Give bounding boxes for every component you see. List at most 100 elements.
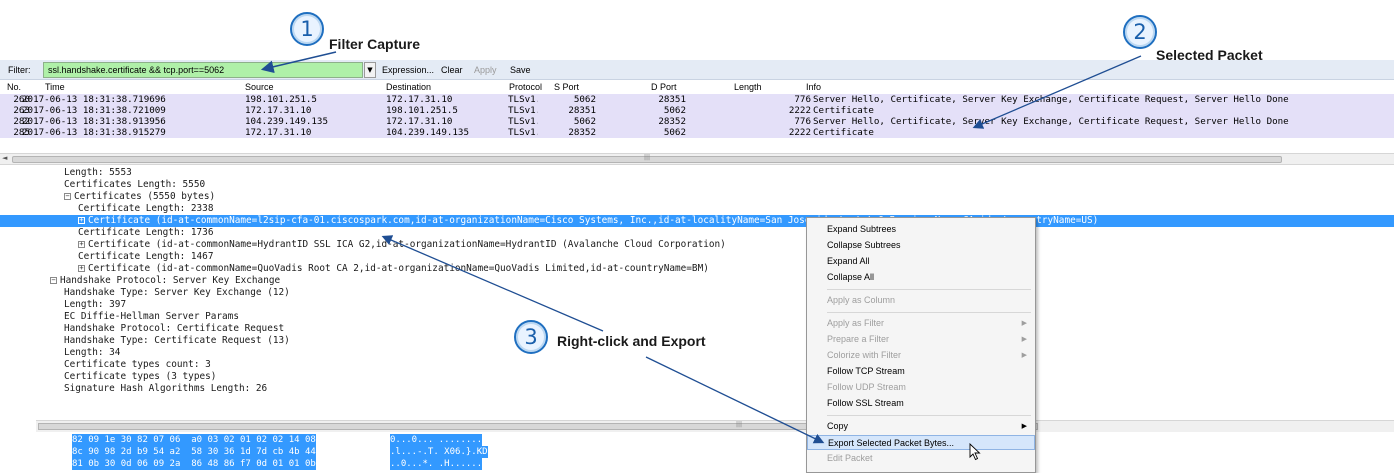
packet-row[interactable]: 263 2017-06-13 18:31:38.721009 172.17.31.1… <box>0 105 1394 116</box>
grip-icon: ||| <box>644 154 651 161</box>
menu-separator <box>827 415 1031 416</box>
column-time[interactable]: Time <box>45 82 65 92</box>
tree-item-label: Signature Hash Algorithms Length: 26 <box>64 383 268 394</box>
menu-item-expand-subtrees[interactable]: Expand Subtrees <box>807 222 1035 237</box>
tree-item[interactable]: Certificate Length: 2338 <box>0 203 1394 215</box>
tree-item-label: Certificate (id-at-commonName=QuoVadis R… <box>88 263 709 274</box>
menu-item-apply-as-column[interactable]: Apply as Column <box>807 293 1035 308</box>
tree-item-label: Handshake Protocol: Server Key Exchange <box>60 275 281 286</box>
submenu-arrow-icon: ▶ <box>1021 336 1027 343</box>
tree-item-label: Certificate (id-at-commonName=HydrantID … <box>88 239 726 250</box>
column-protocol[interactable]: Protocol <box>509 82 542 92</box>
menu-item-colorize-with-filter[interactable]: Colorize with Filter ▶ <box>807 348 1035 363</box>
tree-item[interactable]: − Certificates (5550 bytes) <box>0 191 1394 203</box>
packet-cell-source: 172.17.31.10 <box>245 127 312 138</box>
collapse-icon[interactable]: − <box>64 193 71 200</box>
menu-separator <box>827 312 1031 313</box>
tree-item[interactable]: Length: 397 <box>0 299 1394 311</box>
tree-item[interactable]: Handshake Type: Certificate Request (13) <box>0 335 1394 347</box>
packet-row[interactable]: 260 2017-06-13 18:31:38.719696 198.101.251… <box>0 94 1394 105</box>
column-sport[interactable]: S Port <box>554 82 579 92</box>
menu-item-follow-udp-stream[interactable]: Follow UDP Stream <box>807 380 1035 395</box>
apply-button[interactable]: Apply <box>474 65 497 75</box>
submenu-arrow-icon: ▶ <box>1021 352 1027 359</box>
expand-icon[interactable]: + <box>78 217 85 224</box>
tree-item[interactable]: Certificates Length: 5550 <box>0 179 1394 191</box>
tree-item-label: Certificate Length: 1736 <box>78 227 214 238</box>
tree-item-label: Certificates (5550 bytes) <box>74 191 216 202</box>
hex-bytes[interactable]: 81 0b 30 0d 06 09 2a 86 48 86 f7 0d 01 0… <box>72 458 316 470</box>
packet-cell-destination: 172.17.31.10 <box>386 94 453 105</box>
tree-item[interactable]: Certificate types (3 types) <box>0 371 1394 383</box>
packet-list-scrollbar[interactable]: ◄ ||| <box>0 153 1394 165</box>
tree-item-selected[interactable]: + Certificate (id-at-commonName=l2sip-cfa… <box>0 215 1394 227</box>
packet-cell-protocol: TLSv1.2 <box>508 94 538 105</box>
tree-item[interactable]: Length: 34 <box>0 347 1394 359</box>
chevron-down-icon: ▼ <box>367 66 373 74</box>
packet-cell-dport: 28351 <box>658 94 686 105</box>
packet-details-tree: Length: 5553 Certificates Length: 5550− Ce… <box>0 166 1394 422</box>
ascii-bytes[interactable]: 0...0... ........ <box>390 434 483 446</box>
expand-icon[interactable]: + <box>78 241 85 248</box>
menu-item-prepare-a-filter[interactable]: Prepare a Filter ▶ <box>807 332 1035 347</box>
tree-item[interactable]: + Certificate (id-at-commonName=HydrantID… <box>0 239 1394 251</box>
context-menu: Expand Subtrees Collapse Subtrees Expand A… <box>806 217 1036 473</box>
scroll-left-icon[interactable]: ◄ <box>2 154 7 162</box>
tree-item[interactable]: Handshake Protocol: Certificate Request <box>0 323 1394 335</box>
tree-item[interactable]: Length: 5553 <box>0 167 1394 179</box>
tree-item[interactable]: EC Diffie-Hellman Server Params <box>0 311 1394 323</box>
save-button[interactable]: Save <box>510 65 531 75</box>
collapse-icon[interactable]: − <box>50 277 57 284</box>
hex-bytes[interactable]: 8c 90 98 2d b9 54 a2 58 30 36 1d 7d cb 4… <box>72 446 316 458</box>
column-destination[interactable]: Destination <box>386 82 431 92</box>
ascii-bytes[interactable]: .l...-.T. X06.}.KD <box>390 446 488 458</box>
clear-button[interactable]: Clear <box>441 65 463 75</box>
tree-item-label: Certificate types (3 types) <box>64 371 217 382</box>
tree-item-label: Certificate types count: 3 <box>64 359 211 370</box>
display-filter-input[interactable]: ssl.handshake.certificate && tcp.port==5… <box>43 62 363 78</box>
tree-item-label: Handshake Type: Server Key Exchange (12) <box>64 287 290 298</box>
column-info[interactable]: Info <box>806 82 821 92</box>
filter-dropdown-button[interactable]: ▼ <box>364 62 376 78</box>
packet-row[interactable]: 285 2017-06-13 18:31:38.915279 172.17.31.1… <box>0 127 1394 138</box>
tree-item[interactable]: Certificate types count: 3 <box>0 359 1394 371</box>
menu-item-apply-as-filter[interactable]: Apply as Filter ▶ <box>807 316 1035 331</box>
menu-item-label: Copy <box>827 421 849 431</box>
packet-cell-length: 776 <box>794 116 811 127</box>
menu-item-collapse-all[interactable]: Collapse All <box>807 270 1035 285</box>
packet-cell-info: Server Hello, Certificate, Server Key Ex… <box>813 94 1289 105</box>
menu-item-collapse-subtrees[interactable]: Collapse Subtrees <box>807 238 1035 253</box>
menu-item-export-selected-packet-bytes[interactable]: Export Selected Packet Bytes... <box>807 435 1035 450</box>
expression-button[interactable]: Expression... <box>382 65 434 75</box>
column-no[interactable]: No. <box>7 82 21 92</box>
menu-separator <box>827 289 1031 290</box>
menu-item-copy[interactable]: Copy ▶ <box>807 419 1035 434</box>
menu-item-label: Collapse Subtrees <box>827 240 901 250</box>
packet-cell-time: 2017-06-13 18:31:38.913956 <box>22 116 166 127</box>
menu-item-label: Expand All <box>827 256 870 266</box>
menu-item-label: Export Selected Packet Bytes... <box>828 438 955 448</box>
packet-cell-source: 104.239.149.135 <box>245 116 328 127</box>
tree-item[interactable]: Signature Hash Algorithms Length: 26 <box>0 383 1394 395</box>
expand-icon[interactable]: + <box>78 265 85 272</box>
details-scrollbar[interactable]: ||| <box>36 420 1394 432</box>
menu-item-expand-all[interactable]: Expand All <box>807 254 1035 269</box>
column-source[interactable]: Source <box>245 82 274 92</box>
packet-row[interactable]: 282 2017-06-13 18:31:38.913956 104.239.149… <box>0 116 1394 127</box>
ascii-bytes[interactable]: ..0...*. .H...... <box>390 458 483 470</box>
menu-item-edit-packet[interactable]: Edit Packet <box>807 451 1035 466</box>
menu-item-follow-ssl-stream[interactable]: Follow SSL Stream <box>807 396 1035 411</box>
menu-item-follow-tcp-stream[interactable]: Follow TCP Stream <box>807 364 1035 379</box>
packet-cell-destination: 198.101.251.5 <box>386 105 458 116</box>
tree-item[interactable]: Handshake Type: Server Key Exchange (12) <box>0 287 1394 299</box>
menu-item-label: Collapse All <box>827 272 875 282</box>
column-dport[interactable]: D Port <box>651 82 677 92</box>
tree-item[interactable]: Certificate Length: 1736 <box>0 227 1394 239</box>
column-length[interactable]: Length <box>734 82 762 92</box>
packet-cell-length: 2222 <box>788 105 811 116</box>
tree-item-label: Certificate Length: 1467 <box>78 251 214 262</box>
hex-bytes[interactable]: 82 09 1e 30 82 07 06 a0 03 02 01 02 02 1… <box>72 434 316 446</box>
tree-item[interactable]: Certificate Length: 1467 <box>0 251 1394 263</box>
tree-item[interactable]: + Certificate (id-at-commonName=QuoVadis … <box>0 263 1394 275</box>
tree-item[interactable]: − Handshake Protocol: Server Key Exchange <box>0 275 1394 287</box>
